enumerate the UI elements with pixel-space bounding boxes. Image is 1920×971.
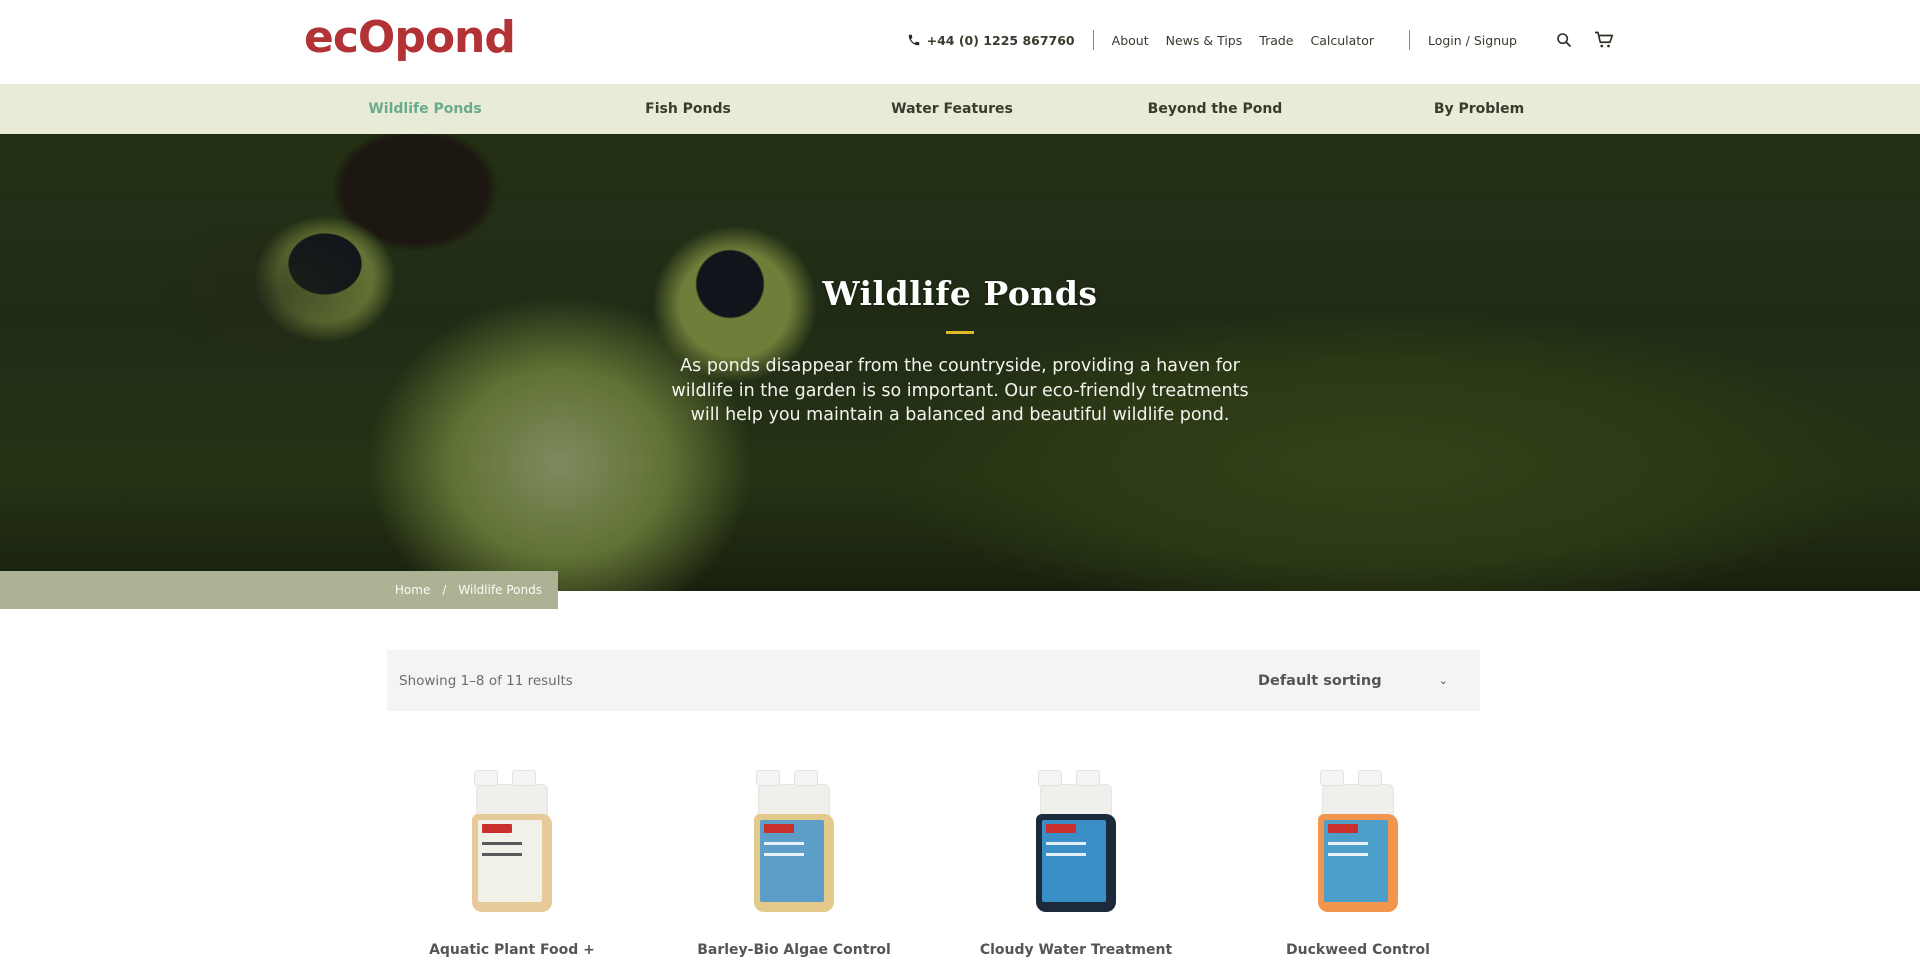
nav-link-calculator[interactable]: Calculator [1311, 33, 1374, 48]
sort-select-value: Default sorting [1258, 672, 1382, 689]
hero-banner: Wildlife Ponds As ponds disappear from t… [0, 134, 1920, 591]
phone-icon [908, 34, 919, 46]
logo-text: ecOpond [304, 11, 516, 63]
product-card[interactable]: Barley-Bio Algae Control [669, 760, 919, 958]
product-card[interactable]: Aquatic Plant Food + [387, 760, 637, 958]
ecopond-logo[interactable]: ecOpond [304, 11, 516, 63]
nav-link-news-tips[interactable]: News & Tips [1166, 33, 1243, 48]
product-card[interactable]: Duckweed Control [1233, 760, 1483, 958]
phone-link[interactable]: +44 (0) 1225 867760 [907, 33, 1075, 48]
mainnav-wildlife-ponds[interactable]: Wildlife Ponds [368, 84, 481, 134]
mainnav-beyond-the-pond[interactable]: Beyond the Pond [1148, 84, 1283, 134]
product-image[interactable] [1316, 770, 1400, 920]
phone-number: +44 (0) 1225 867760 [926, 32, 1075, 48]
divider [1092, 30, 1094, 50]
breadcrumb-separator: / [442, 583, 447, 597]
top-navigation: +44 (0) 1225 867760 About News & Tips Tr… [907, 24, 1614, 56]
nav-link-trade[interactable]: Trade [1259, 33, 1293, 48]
product-name[interactable]: Cloudy Water Treatment [951, 942, 1201, 958]
hero-description: As ponds disappear from the countryside,… [671, 356, 1249, 425]
product-image[interactable] [1034, 770, 1118, 920]
nav-link-about[interactable]: About [1112, 33, 1149, 48]
product-name[interactable]: Aquatic Plant Food + [387, 942, 637, 958]
chevron-down-icon: ⌄ [1438, 674, 1448, 687]
search-button[interactable] [1554, 30, 1574, 50]
title-accent-line [946, 331, 974, 334]
cart-icon [1595, 31, 1614, 48]
result-count: Showing 1–8 of 11 results [399, 672, 573, 689]
product-name[interactable]: Duckweed Control [1233, 942, 1483, 958]
main-navigation: Wildlife Ponds Fish Ponds Water Features… [0, 84, 1920, 134]
search-icon [1557, 33, 1571, 47]
product-card[interactable]: Cloudy Water Treatment [951, 760, 1201, 958]
product-name[interactable]: Barley-Bio Algae Control [669, 942, 919, 958]
cart-button[interactable] [1594, 30, 1614, 50]
product-image[interactable] [470, 770, 554, 920]
sort-select[interactable]: Default sorting ⌄ [1258, 673, 1468, 689]
login-signup-link[interactable]: Login / Signup [1428, 33, 1517, 48]
product-grid: Aquatic Plant Food + Barley-Bio Algae Co… [387, 760, 1480, 971]
divider [1408, 30, 1410, 50]
site-header: ecOpond +44 (0) 1225 867760 About News &… [0, 0, 1920, 84]
mainnav-by-problem[interactable]: By Problem [1434, 84, 1524, 134]
shop-toolbar: Showing 1–8 of 11 results Default sortin… [387, 650, 1480, 711]
breadcrumb: Home / Wildlife Ponds [0, 571, 558, 609]
product-image[interactable] [752, 770, 836, 920]
breadcrumb-current: Wildlife Ponds [458, 583, 542, 597]
mainnav-water-features[interactable]: Water Features [891, 84, 1013, 134]
hero-content: Wildlife Ponds As ponds disappear from t… [0, 274, 1920, 428]
breadcrumb-home[interactable]: Home [395, 583, 430, 597]
mainnav-fish-ponds[interactable]: Fish Ponds [645, 84, 731, 134]
page-title: Wildlife Ponds [822, 274, 1098, 313]
